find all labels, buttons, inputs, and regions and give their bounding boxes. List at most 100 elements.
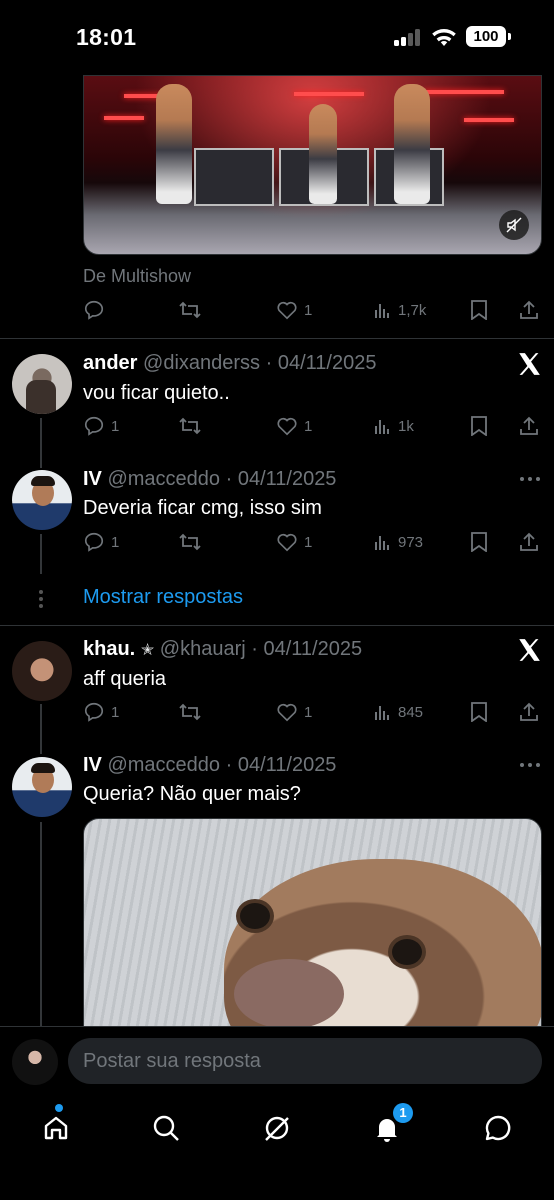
- analytics-icon: [375, 536, 389, 550]
- user-name[interactable]: IV: [83, 754, 102, 776]
- post-actions: 1 1,7k: [83, 298, 543, 322]
- verified-badge: ✭: [140, 642, 155, 659]
- heart-icon: [277, 417, 297, 436]
- user-handle-date[interactable]: @macceddo · 04/11/2025: [107, 468, 336, 490]
- more-options-button[interactable]: [520, 762, 542, 768]
- reply-icon: [84, 702, 104, 722]
- message-icon: [485, 1115, 511, 1141]
- bookmark-icon: [471, 532, 487, 552]
- analytics-icon: [375, 304, 389, 318]
- reply-actions: 1 1 973: [83, 530, 543, 554]
- views-button[interactable]: 845: [374, 700, 423, 724]
- thread-line: [40, 418, 42, 468]
- repost-button[interactable]: [178, 530, 202, 554]
- reply-count: 1: [111, 533, 120, 551]
- thread-continuation-dots: [39, 590, 43, 611]
- reply-icon: [84, 416, 104, 436]
- share-button[interactable]: [519, 298, 539, 322]
- reply-text: aff queria: [83, 668, 167, 690]
- analytics-icon: [375, 420, 389, 434]
- avatar[interactable]: [12, 470, 72, 530]
- share-icon: [520, 532, 538, 551]
- thread-line: [40, 534, 42, 574]
- show-replies-link[interactable]: Mostrar respostas: [83, 586, 243, 609]
- views-button[interactable]: 1k: [374, 414, 414, 438]
- more-options-button[interactable]: [520, 476, 542, 482]
- like-count: 1: [304, 703, 313, 721]
- user-name[interactable]: khau.: [83, 638, 135, 660]
- view-count: 973: [398, 533, 424, 551]
- like-button[interactable]: 1: [276, 298, 312, 322]
- tab-grok[interactable]: [259, 1110, 295, 1146]
- like-button[interactable]: 1: [276, 530, 312, 554]
- reply-button[interactable]: [83, 298, 111, 322]
- like-count: 1: [304, 301, 313, 319]
- avatar[interactable]: [12, 641, 72, 701]
- analytics-icon: [375, 706, 389, 720]
- home-new-dot: [55, 1104, 63, 1112]
- like-button[interactable]: 1: [276, 700, 312, 724]
- tab-search[interactable]: [148, 1110, 184, 1146]
- view-count: 1,7k: [398, 301, 427, 319]
- bookmark-icon: [471, 300, 487, 320]
- share-button[interactable]: [519, 700, 539, 724]
- repost-button[interactable]: [178, 298, 202, 322]
- post-divider: [0, 338, 554, 339]
- view-count: 1k: [398, 417, 414, 435]
- reply-header: khau. ✭ @khauarj · 04/11/2025: [83, 638, 362, 661]
- bookmark-button[interactable]: [470, 700, 488, 724]
- user-handle-date[interactable]: @macceddo · 04/11/2025: [107, 754, 336, 776]
- reply-input[interactable]: [68, 1038, 542, 1084]
- status-time: 18:01: [76, 24, 137, 50]
- avatar[interactable]: [12, 354, 72, 414]
- reply-button[interactable]: 1: [83, 700, 119, 724]
- share-button[interactable]: [519, 530, 539, 554]
- views-button[interactable]: 973: [374, 530, 423, 554]
- status-bar: 18:01 100: [0, 0, 554, 72]
- bookmark-button[interactable]: [470, 298, 488, 322]
- reply-count: 1: [111, 703, 120, 721]
- heart-icon: [277, 301, 297, 320]
- views-button[interactable]: 1,7k: [374, 298, 426, 322]
- speaker-muted-icon: [506, 217, 522, 233]
- reply-icon: [84, 532, 104, 552]
- reply-header: ander @dixanderss · 04/11/2025: [83, 352, 376, 375]
- share-icon: [520, 416, 538, 435]
- media-source[interactable]: De Multishow: [83, 266, 191, 287]
- reply-button[interactable]: 1: [83, 414, 119, 438]
- reply-text: Deveria ficar cmg, isso sim: [83, 497, 322, 519]
- notifications-badge: 1: [393, 1103, 413, 1123]
- bookmark-button[interactable]: [470, 530, 488, 554]
- like-button[interactable]: 1: [276, 414, 312, 438]
- heart-icon: [277, 533, 297, 552]
- tab-home[interactable]: [38, 1110, 74, 1146]
- tab-messages[interactable]: [480, 1110, 516, 1146]
- like-count: 1: [304, 533, 313, 551]
- user-handle-date[interactable]: @khauarj · 04/11/2025: [160, 638, 362, 660]
- repost-icon: [179, 301, 201, 319]
- mute-button[interactable]: [499, 210, 529, 240]
- user-handle-date[interactable]: @dixanderss · 04/11/2025: [143, 352, 376, 374]
- reply-button[interactable]: 1: [83, 530, 119, 554]
- post-video[interactable]: [83, 75, 542, 255]
- reply-icon: [84, 300, 104, 320]
- reply-text: vou ficar quieto..: [83, 382, 230, 404]
- repost-icon: [179, 703, 201, 721]
- bookmark-button[interactable]: [470, 414, 488, 438]
- share-icon: [520, 300, 538, 319]
- repost-button[interactable]: [178, 414, 202, 438]
- battery-level: 100: [466, 26, 506, 47]
- repost-icon: [179, 533, 201, 551]
- reply-photo[interactable]: [83, 818, 542, 1030]
- grok-icon: [265, 1116, 289, 1141]
- thread-line: [40, 822, 42, 1026]
- avatar[interactable]: [12, 757, 72, 817]
- user-name[interactable]: ander: [83, 352, 137, 374]
- reply-actions: 1 1 1k: [83, 414, 543, 438]
- my-avatar[interactable]: [12, 1039, 58, 1085]
- bookmark-icon: [471, 702, 487, 722]
- post-divider: [0, 625, 554, 626]
- share-button[interactable]: [519, 414, 539, 438]
- repost-button[interactable]: [178, 700, 202, 724]
- user-name[interactable]: IV: [83, 468, 102, 490]
